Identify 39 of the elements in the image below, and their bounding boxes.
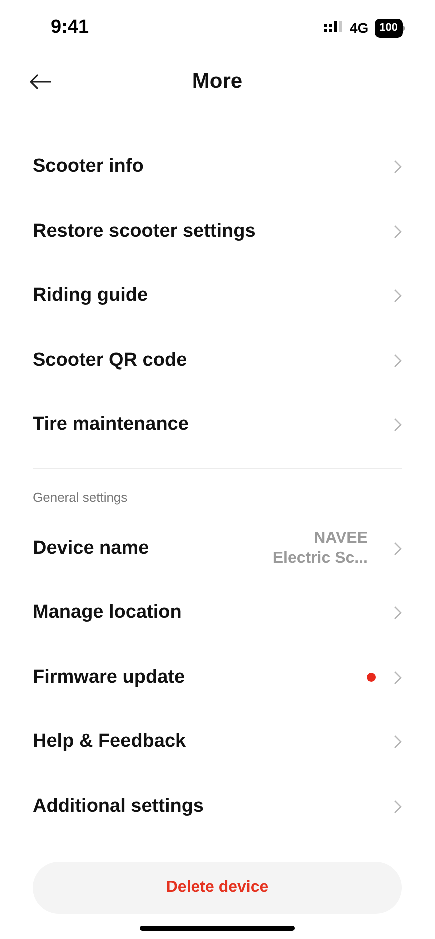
chevron-right-icon xyxy=(394,542,402,556)
settings-row[interactable]: Help & Feedback xyxy=(0,710,435,774)
chevron-right-icon xyxy=(394,735,402,750)
section-heading: General settings xyxy=(33,490,128,504)
row-value: NAVEE Electric Sc... xyxy=(272,528,368,569)
settings-row[interactable]: Additional settings xyxy=(0,774,435,839)
chevron-right-icon xyxy=(394,160,402,174)
settings-row[interactable]: Firmware update xyxy=(0,646,435,710)
row-label: Tire maintenance xyxy=(33,413,190,437)
settings-row[interactable]: Riding guide xyxy=(0,264,435,328)
chevron-right-icon xyxy=(394,800,402,814)
settings-row[interactable]: Scooter info xyxy=(0,135,435,200)
chevron-right-icon xyxy=(394,224,402,239)
row-label: Firmware update xyxy=(33,666,186,690)
chevron-right-icon xyxy=(394,670,402,685)
chevron-right-icon xyxy=(394,354,402,368)
chevron-right-icon xyxy=(394,418,402,432)
row-label: Manage location xyxy=(33,601,183,625)
row-label: Help & Feedback xyxy=(33,730,188,754)
row-label: Scooter QR code xyxy=(33,348,188,372)
signal-icon xyxy=(324,21,344,35)
settings-row[interactable]: Manage location xyxy=(0,581,435,646)
settings-row[interactable]: Scooter QR code xyxy=(0,328,435,393)
chevron-right-icon xyxy=(394,289,402,304)
delete-device-button[interactable]: Delete device xyxy=(33,862,402,914)
settings-row[interactable]: Device name NAVEE Electric Sc... xyxy=(0,516,435,581)
row-label: Additional settings xyxy=(33,794,205,818)
settings-row[interactable]: Restore scooter settings xyxy=(0,200,435,264)
back-arrow-icon[interactable] xyxy=(30,74,52,90)
row-label: Restore scooter settings xyxy=(33,220,257,244)
row-label: Device name xyxy=(33,536,150,560)
status-time: 9:41 xyxy=(51,16,90,40)
settings-row[interactable]: Tire maintenance xyxy=(0,393,435,458)
row-label: Riding guide xyxy=(33,284,150,308)
row-label: Scooter info xyxy=(33,155,145,179)
chevron-right-icon xyxy=(394,606,402,620)
page-title: More xyxy=(192,69,243,96)
network-label: 4G xyxy=(350,18,369,38)
battery-icon: 100 xyxy=(374,18,403,38)
